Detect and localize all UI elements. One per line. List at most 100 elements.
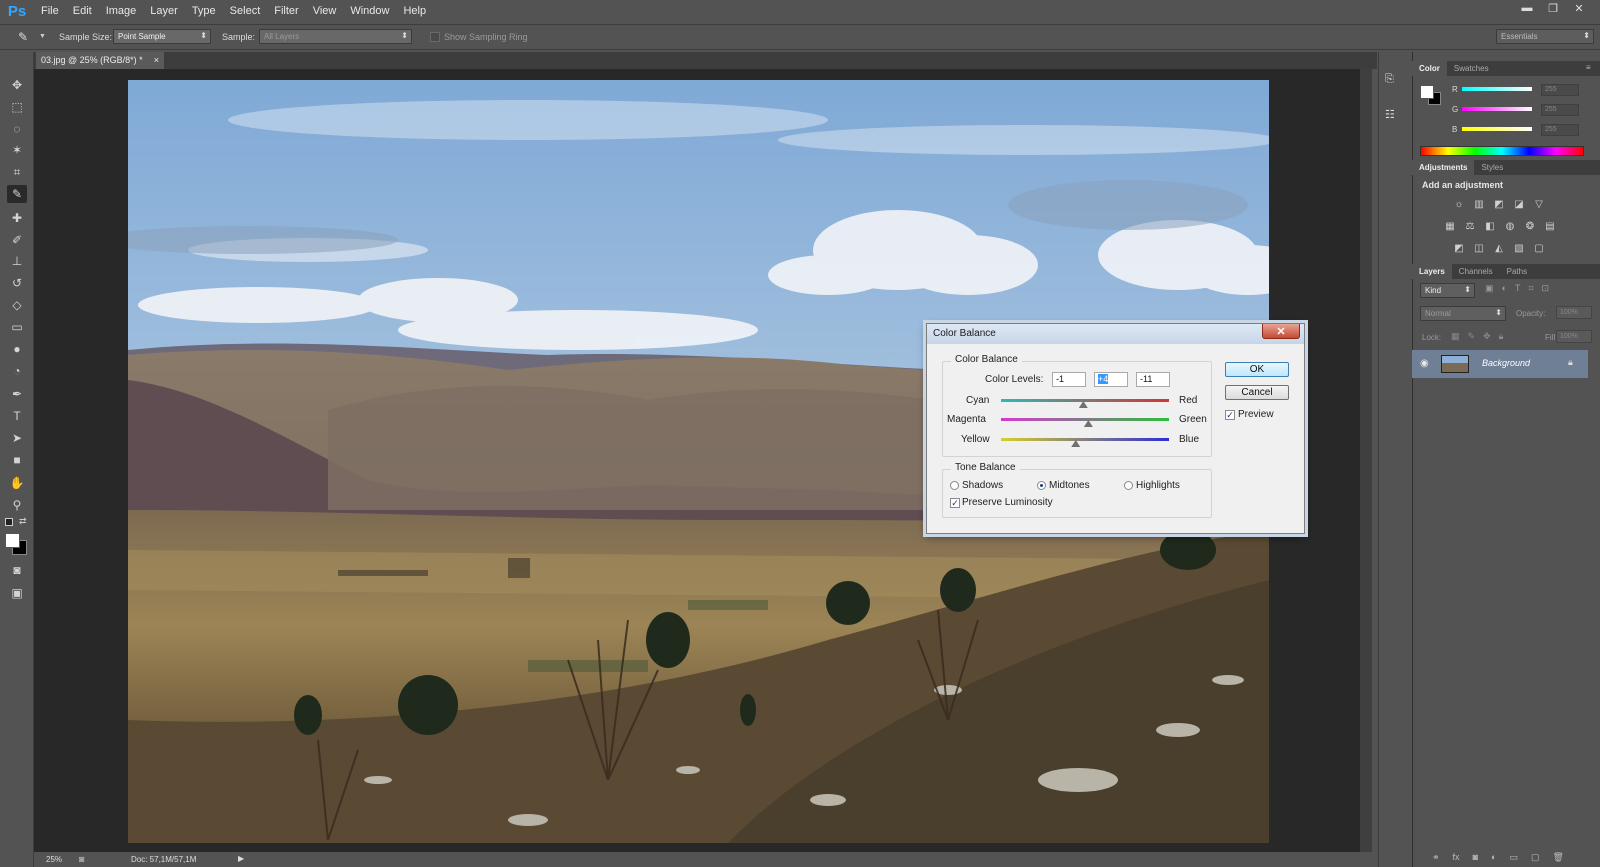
- filter-shape-icon[interactable]: ⌗: [1528, 283, 1533, 294]
- menu-edit[interactable]: Edit: [66, 0, 99, 23]
- tab-channels[interactable]: Channels: [1452, 264, 1500, 279]
- posterize-icon[interactable]: ◫: [1472, 242, 1486, 254]
- midtones-radio[interactable]: [1037, 481, 1046, 490]
- shadows-radio[interactable]: [950, 481, 959, 490]
- preserve-luminosity-checkbox[interactable]: ✓: [950, 498, 960, 508]
- fill-field[interactable]: 100%: [1556, 330, 1592, 343]
- cyan-red-track[interactable]: [1001, 399, 1169, 402]
- zoom-tool-icon[interactable]: ⚲: [7, 496, 27, 514]
- lock-transparent-icon[interactable]: ▦: [1451, 331, 1460, 342]
- history-brush-tool-icon[interactable]: ↺: [7, 274, 27, 292]
- cancel-button[interactable]: Cancel: [1225, 385, 1289, 400]
- magenta-green-level-input[interactable]: +4: [1094, 372, 1128, 387]
- history-panel-icon[interactable]: ⎘: [1385, 73, 1399, 87]
- exposure-icon[interactable]: ◪: [1512, 198, 1526, 210]
- dodge-tool-icon[interactable]: ◔: [7, 362, 27, 380]
- menu-image[interactable]: Image: [99, 0, 144, 23]
- show-sampling-ring-checkbox[interactable]: [430, 32, 440, 42]
- curves-icon[interactable]: ◩: [1492, 198, 1506, 210]
- yellow-blue-level-input[interactable]: -11: [1136, 372, 1170, 387]
- filter-adjustment-icon[interactable]: ◐: [1502, 283, 1507, 294]
- blue-slider[interactable]: [1462, 127, 1532, 131]
- layer-visibility-eye-icon[interactable]: ◉: [1420, 358, 1429, 369]
- lock-pixels-icon[interactable]: ✎: [1468, 331, 1476, 342]
- menu-layer[interactable]: Layer: [143, 0, 185, 23]
- brightness-contrast-icon[interactable]: ☼: [1452, 198, 1466, 210]
- color-spectrum-ramp[interactable]: [1420, 146, 1584, 156]
- magenta-green-track[interactable]: [1001, 418, 1169, 421]
- opacity-field[interactable]: 100%: [1556, 306, 1592, 319]
- menu-window[interactable]: Window: [343, 0, 396, 23]
- rectangle-tool-icon[interactable]: ■: [7, 451, 27, 469]
- highlights-radio[interactable]: [1124, 481, 1133, 490]
- restore-button[interactable]: ❐: [1540, 0, 1566, 16]
- red-slider[interactable]: [1462, 87, 1532, 91]
- ok-button[interactable]: OK: [1225, 362, 1289, 377]
- type-tool-icon[interactable]: T: [7, 407, 27, 425]
- black-white-icon[interactable]: ◧: [1483, 220, 1497, 232]
- magic-wand-tool-icon[interactable]: ✶: [7, 141, 27, 159]
- lock-position-icon[interactable]: ✥: [1483, 331, 1491, 342]
- tab-color[interactable]: Color: [1412, 61, 1447, 76]
- lasso-tool-icon[interactable]: ◌: [7, 120, 27, 138]
- eraser-tool-icon[interactable]: ◇: [7, 296, 27, 314]
- tab-swatches[interactable]: Swatches: [1447, 61, 1496, 76]
- dialog-close-button[interactable]: ✕: [1262, 324, 1300, 339]
- layer-filter-select[interactable]: Kind: [1420, 283, 1475, 298]
- layer-name[interactable]: Background: [1482, 358, 1530, 368]
- gradient-tool-icon[interactable]: ▭: [7, 318, 27, 336]
- default-colors-icon[interactable]: [5, 518, 13, 526]
- new-layer-icon[interactable]: ▢: [1531, 852, 1540, 863]
- quick-mask-icon[interactable]: ◙: [7, 561, 27, 579]
- sample-select[interactable]: All Layers: [259, 29, 412, 44]
- filter-pixel-icon[interactable]: ▣: [1485, 283, 1494, 294]
- chevron-down-icon[interactable]: ▼: [39, 33, 46, 40]
- delete-layer-icon[interactable]: 🗑︎: [1552, 852, 1563, 863]
- foreground-color-swatch[interactable]: [5, 533, 20, 548]
- pen-tool-icon[interactable]: ✒: [7, 385, 27, 403]
- properties-panel-icon[interactable]: ☷: [1385, 108, 1399, 122]
- window-close-button[interactable]: ✕: [1566, 0, 1592, 16]
- levels-icon[interactable]: ▥: [1472, 198, 1486, 210]
- yellow-blue-track[interactable]: [1001, 438, 1169, 441]
- screen-mode-icon[interactable]: ▣: [7, 584, 27, 602]
- menu-view[interactable]: View: [306, 0, 344, 23]
- lock-all-icon[interactable]: 🔒︎: [1499, 331, 1504, 342]
- status-info-icon[interactable]: ◙: [79, 854, 84, 864]
- document-tab[interactable]: 03.jpg @ 25% (RGB/8*) * ×: [36, 52, 164, 69]
- tab-layers[interactable]: Layers: [1412, 264, 1452, 279]
- marquee-tool-icon[interactable]: ⬚: [7, 98, 27, 116]
- tab-paths[interactable]: Paths: [1500, 264, 1534, 279]
- path-selection-tool-icon[interactable]: ➤: [7, 429, 27, 447]
- threshold-icon[interactable]: ◭: [1492, 242, 1506, 254]
- menu-file[interactable]: File: [34, 0, 66, 23]
- dialog-titlebar[interactable]: Color Balance ✕: [927, 324, 1304, 344]
- green-slider[interactable]: [1462, 107, 1532, 111]
- vertical-scrollbar[interactable]: [1360, 69, 1372, 852]
- menu-select[interactable]: Select: [223, 0, 268, 23]
- filter-smart-icon[interactable]: ⊡: [1542, 283, 1550, 294]
- crop-tool-icon[interactable]: ⌗: [7, 163, 27, 181]
- layer-row-background[interactable]: ◉ Background 🔒︎: [1412, 350, 1588, 378]
- panel-menu-icon[interactable]: ≡: [1586, 63, 1591, 72]
- tab-adjustments[interactable]: Adjustments: [1412, 160, 1475, 175]
- hue-saturation-icon[interactable]: ▦: [1443, 220, 1457, 232]
- link-layers-icon[interactable]: ⚭: [1432, 852, 1440, 863]
- color-foreground-swatch[interactable]: [1420, 85, 1434, 99]
- layer-style-icon[interactable]: fx: [1453, 852, 1460, 863]
- new-adjustment-layer-icon[interactable]: ◐: [1491, 852, 1496, 863]
- selective-color-icon[interactable]: ▢: [1532, 242, 1546, 254]
- eyedropper-preset-icon[interactable]: ✎: [18, 30, 34, 44]
- minimize-button[interactable]: ▬: [1514, 0, 1540, 16]
- vibrance-icon[interactable]: ▽: [1532, 198, 1546, 210]
- red-value-field[interactable]: 255: [1541, 84, 1579, 96]
- new-group-icon[interactable]: ▭: [1509, 852, 1518, 863]
- layer-mask-icon[interactable]: ◙: [1473, 852, 1478, 863]
- brush-tool-icon[interactable]: ✐: [7, 231, 27, 249]
- status-menu-arrow-icon[interactable]: ▶: [238, 854, 244, 863]
- blue-value-field[interactable]: 255: [1541, 124, 1579, 136]
- color-balance-icon[interactable]: ⚖: [1463, 220, 1477, 232]
- filter-type-icon[interactable]: T: [1515, 283, 1521, 294]
- menu-filter[interactable]: Filter: [267, 0, 305, 23]
- healing-brush-tool-icon[interactable]: ✚: [7, 209, 27, 227]
